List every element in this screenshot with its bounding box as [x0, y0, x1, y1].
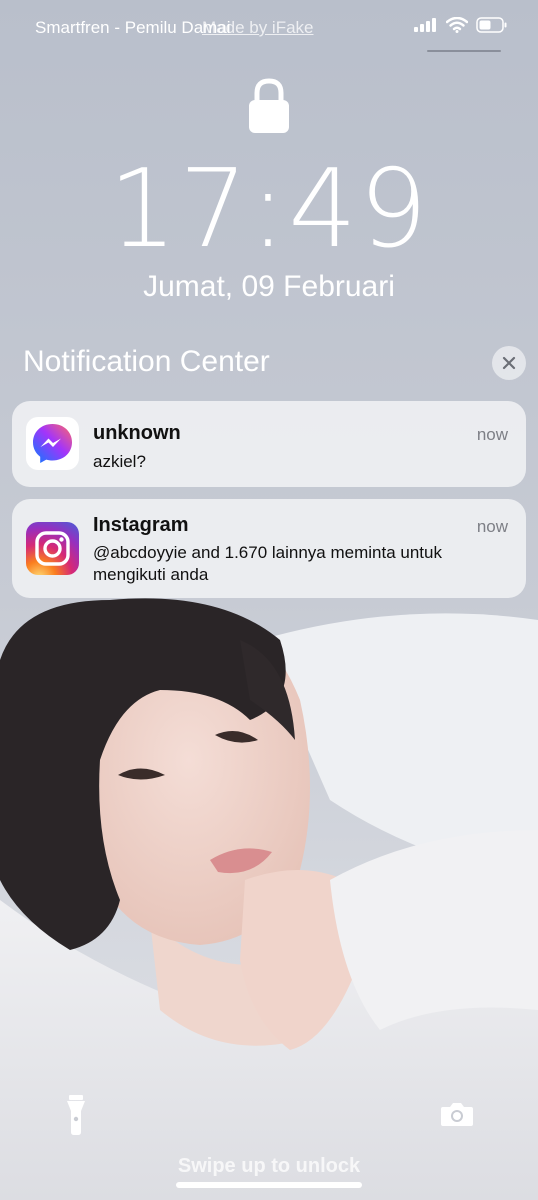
- wifi-icon: [446, 17, 468, 33]
- notification-time: now: [476, 517, 508, 536]
- notification-app-name: Instagram: [93, 514, 189, 536]
- flashlight-icon[interactable]: [65, 1095, 87, 1135]
- notification-center-title: Notification Center: [23, 345, 270, 378]
- messenger-icon: [26, 417, 79, 470]
- instagram-icon: [26, 522, 79, 575]
- lock-icon: [249, 78, 289, 133]
- swipe-hint: Swipe up to unlock: [177, 1155, 361, 1177]
- signal-icon: [414, 18, 436, 32]
- notification-app-name: unknown: [93, 422, 181, 444]
- notification-body: azkiel?: [93, 452, 146, 471]
- status-divider: [427, 50, 501, 52]
- close-icon: [502, 356, 516, 370]
- watermark-label: Made by iFake: [202, 18, 314, 37]
- home-indicator[interactable]: [176, 1182, 362, 1188]
- lock-time: 17:49: [108, 147, 430, 272]
- notification-card-messenger[interactable]: unknown now azkiel?: [12, 401, 526, 487]
- clear-notifications-button[interactable]: [492, 346, 526, 380]
- battery-icon: [476, 17, 507, 33]
- lock-date: Jumat, 09 Februari: [143, 270, 395, 303]
- status-icons: [414, 17, 508, 33]
- notification-card-instagram[interactable]: Instagram now @abcdoyyie and 1.670 lainn…: [12, 499, 526, 598]
- lock-screen: Smartfren - Pemilu Damai Made by iFake 1…: [0, 0, 538, 1200]
- camera-icon[interactable]: [440, 1101, 474, 1127]
- notification-time: now: [476, 425, 508, 444]
- notification-body: @abcdoyyie and 1.670 lainnya meminta unt…: [93, 543, 442, 584]
